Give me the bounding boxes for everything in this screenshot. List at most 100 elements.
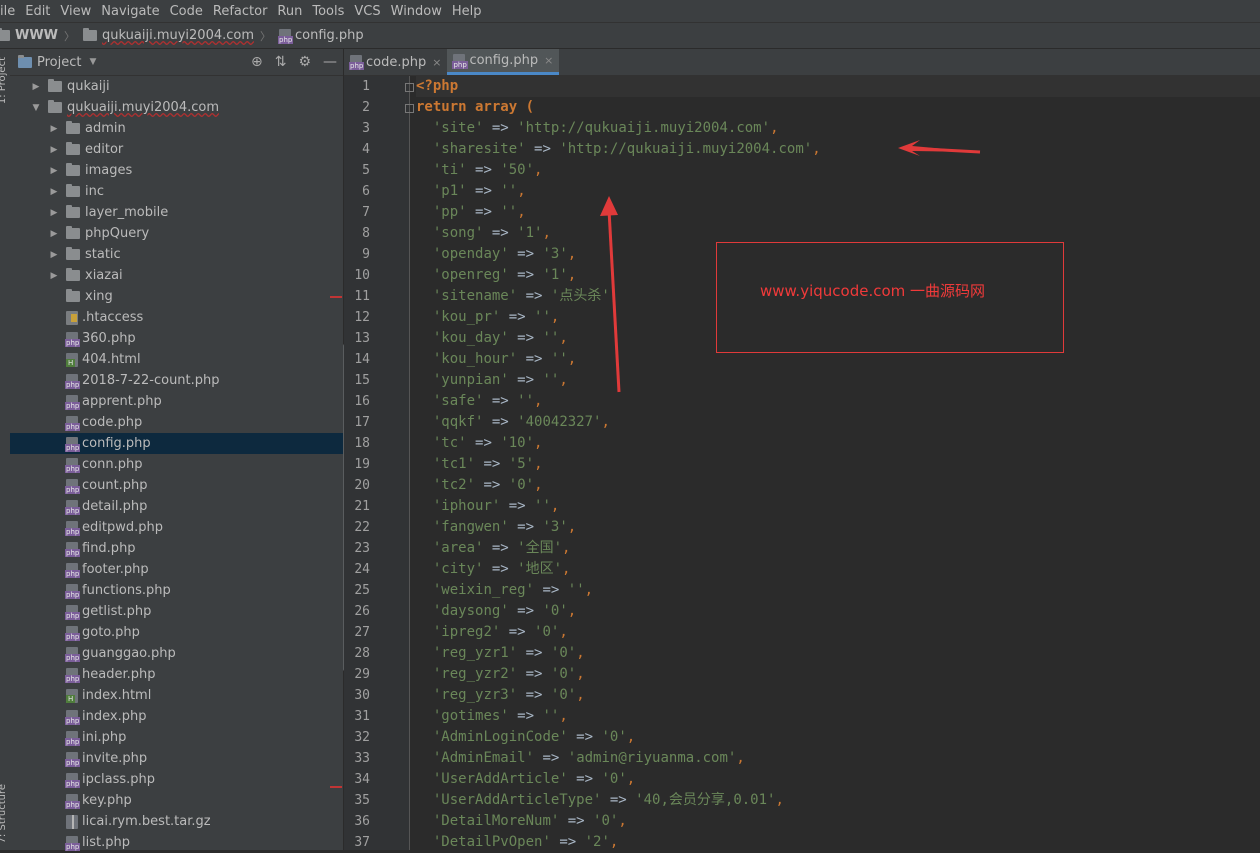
tree-item-label: conn.php bbox=[82, 457, 143, 472]
tree-file-item[interactable]: guanggao.php bbox=[10, 643, 343, 664]
code-line: 'sharesite' => 'http://qukuaiji.muyi2004… bbox=[416, 139, 1260, 160]
config-key: gotimes bbox=[441, 708, 501, 724]
menu-item[interactable]: Edit bbox=[20, 4, 55, 19]
close-icon[interactable]: × bbox=[544, 54, 553, 67]
tree-file-item[interactable]: goto.php bbox=[10, 622, 343, 643]
arrow-operator: => bbox=[517, 351, 551, 367]
arrow-operator: => bbox=[500, 498, 535, 514]
project-tool-button[interactable]: 1: Project bbox=[0, 57, 8, 104]
tree-folder-item[interactable]: ▶ static bbox=[10, 244, 343, 265]
structure-tool-button[interactable]: 7: Structure bbox=[0, 784, 8, 843]
tree-folder-item[interactable]: ▼ qukuaiji.muyi2004.com bbox=[10, 97, 343, 118]
quote: ' bbox=[542, 267, 551, 283]
chevron-right-icon[interactable]: ▶ bbox=[48, 145, 60, 155]
tree-folder-item[interactable]: ▶ images bbox=[10, 160, 343, 181]
tree-file-item[interactable]: key.php bbox=[10, 790, 343, 811]
editor-tab[interactable]: config.php × bbox=[447, 49, 560, 75]
config-value: http://qukuaiji.muyi2004.com bbox=[567, 141, 804, 157]
tree-file-item[interactable]: 404.html bbox=[10, 349, 343, 370]
line-number: 10 bbox=[354, 268, 370, 283]
chevron-right-icon[interactable]: ▶ bbox=[48, 229, 60, 239]
chevron-right-icon[interactable]: ▶ bbox=[48, 208, 60, 218]
tree-file-item[interactable]: 360.php bbox=[10, 328, 343, 349]
chevron-right-icon[interactable]: ▶ bbox=[30, 82, 42, 92]
config-key: weixin_reg bbox=[441, 582, 526, 598]
tree-file-item[interactable]: apprent.php bbox=[10, 391, 343, 412]
collapse-all-icon[interactable]: ⇅ bbox=[275, 54, 287, 70]
fold-icon[interactable] bbox=[405, 83, 414, 92]
arrow-operator: => bbox=[466, 435, 501, 451]
tree-file-item[interactable]: index.php bbox=[10, 706, 343, 727]
code-line: 'UserAddArticle' => '0', bbox=[416, 769, 1260, 790]
menu-item[interactable]: Run bbox=[272, 4, 307, 19]
quote: ' bbox=[567, 645, 577, 661]
panel-title[interactable]: Project bbox=[37, 55, 81, 70]
tree-file-item[interactable]: footer.php bbox=[10, 559, 343, 580]
breadcrumb-item-www[interactable]: WWW 〉 bbox=[0, 28, 75, 44]
tree-file-item[interactable]: editpwd.php bbox=[10, 517, 343, 538]
breadcrumb-item-site[interactable]: qukuaiji.muyi2004.com 〉 bbox=[83, 28, 271, 44]
menu-item[interactable]: View bbox=[55, 4, 96, 19]
code-line: 'safe' => '', bbox=[416, 391, 1260, 412]
chevron-right-icon[interactable]: ▶ bbox=[48, 250, 60, 260]
tree-file-item[interactable]: header.php bbox=[10, 664, 343, 685]
project-tree: ▶ qukaiji ▼ qukuaiji.muyi2004.com ▶ admin ▶ edi… bbox=[10, 76, 343, 853]
gear-icon[interactable]: ⚙ bbox=[298, 54, 311, 70]
tree-file-item[interactable]: functions.php bbox=[10, 580, 343, 601]
tree-file-item[interactable]: config.php bbox=[10, 433, 343, 454]
tree-file-item[interactable]: code.php bbox=[10, 412, 343, 433]
tree-file-item[interactable]: licai.rym.best.tar.gz bbox=[10, 811, 343, 832]
menu-item[interactable]: Refactor bbox=[208, 4, 273, 19]
comma: , bbox=[559, 372, 568, 388]
tree-file-item[interactable]: find.php bbox=[10, 538, 343, 559]
close-icon[interactable]: × bbox=[432, 56, 441, 69]
chevron-down-icon[interactable]: ▼ bbox=[89, 57, 96, 67]
chevron-right-icon[interactable]: ▶ bbox=[48, 124, 60, 134]
config-key: site bbox=[441, 120, 476, 136]
arrow-operator: => bbox=[508, 603, 543, 619]
menu-item[interactable]: ile bbox=[0, 4, 20, 19]
tree-file-item[interactable]: ipclass.php bbox=[10, 769, 343, 790]
quote: ' bbox=[525, 393, 535, 409]
config-key: sitename bbox=[441, 288, 509, 304]
quote: ' bbox=[508, 456, 518, 472]
locate-icon[interactable]: ⊕ bbox=[251, 54, 263, 70]
chevron-right-icon[interactable]: ▶ bbox=[48, 166, 60, 176]
tree-folder-item[interactable]: ▶ qukaiji bbox=[10, 76, 343, 97]
tree-file-item[interactable]: index.html bbox=[10, 685, 343, 706]
tree-file-item[interactable]: count.php bbox=[10, 475, 343, 496]
code-editor[interactable]: <?php return array ( 'site' => 'http://qu… bbox=[416, 76, 1260, 850]
hide-icon[interactable]: — bbox=[323, 54, 337, 70]
chevron-right-icon[interactable]: ▶ bbox=[48, 187, 60, 197]
menu-item[interactable]: Window bbox=[386, 4, 447, 19]
quote: ' bbox=[500, 708, 509, 724]
menu-item[interactable]: Code bbox=[165, 4, 208, 19]
tree-folder-item[interactable]: ▶ layer_mobile bbox=[10, 202, 343, 223]
fold-icon[interactable] bbox=[405, 104, 414, 113]
menu-item[interactable]: Navigate bbox=[96, 4, 164, 19]
menu-item[interactable]: VCS bbox=[349, 4, 385, 19]
tree-folder-item[interactable]: ▶ admin bbox=[10, 118, 343, 139]
tree-file-item[interactable]: detail.php bbox=[10, 496, 343, 517]
chevron-down-icon[interactable]: ▼ bbox=[30, 103, 42, 113]
tree-folder-item[interactable]: ▶ xiazai bbox=[10, 265, 343, 286]
quote: ' bbox=[542, 603, 551, 619]
breadcrumb-item-file[interactable]: config.php bbox=[278, 28, 364, 44]
tree-folder-item[interactable]: ▶ inc bbox=[10, 181, 343, 202]
tree-file-item[interactable]: 2018-7-22-count.php bbox=[10, 370, 343, 391]
menu-item[interactable]: Help bbox=[447, 4, 487, 19]
editor-tab[interactable]: code.php × bbox=[344, 49, 447, 75]
chevron-right-icon[interactable]: ▶ bbox=[48, 271, 60, 281]
tree-folder-item[interactable]: xing bbox=[10, 286, 343, 307]
tree-file-item[interactable]: invite.php bbox=[10, 748, 343, 769]
tree-file-item[interactable]: getlist.php bbox=[10, 601, 343, 622]
tree-folder-item[interactable]: ▶ editor bbox=[10, 139, 343, 160]
comma: , bbox=[534, 393, 543, 409]
tree-file-item[interactable]: conn.php bbox=[10, 454, 343, 475]
tree-file-item[interactable]: .htaccess bbox=[10, 307, 343, 328]
menu-item[interactable]: Tools bbox=[307, 4, 349, 19]
tree-file-item[interactable]: ini.php bbox=[10, 727, 343, 748]
tree-folder-item[interactable]: ▶ phpQuery bbox=[10, 223, 343, 244]
